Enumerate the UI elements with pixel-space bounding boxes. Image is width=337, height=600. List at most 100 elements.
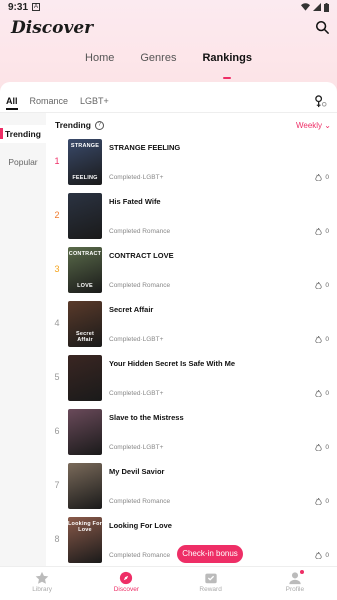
status-time: 9:31 bbox=[8, 1, 29, 13]
book-title[interactable]: Looking For Love bbox=[109, 521, 172, 530]
list-header: Trending ? Weekly ⌄ bbox=[55, 119, 331, 131]
help-icon[interactable]: ? bbox=[94, 120, 104, 130]
book-title[interactable]: Slave to the Mistress bbox=[109, 413, 184, 422]
page-title: Discover bbox=[11, 18, 94, 38]
book-meta: Completed Romance bbox=[109, 228, 171, 235]
book-cover[interactable]: CONTRACT LOVE bbox=[68, 247, 102, 293]
cover-subtitle-text: LOVE bbox=[77, 283, 93, 289]
likes-count: 0 bbox=[315, 282, 329, 289]
nav-discover[interactable]: Discover bbox=[84, 567, 168, 600]
category-tab-lgbt[interactable]: LGBT+ bbox=[80, 96, 109, 106]
book-cover[interactable] bbox=[68, 463, 102, 509]
divider bbox=[0, 112, 337, 113]
checkin-bonus-button[interactable]: Check-in bonus bbox=[177, 545, 243, 563]
sidebar-item-popular[interactable]: Popular bbox=[0, 153, 46, 171]
likes-value: 0 bbox=[325, 174, 329, 181]
book-meta: Completed·LGBT+ bbox=[109, 444, 164, 451]
signal-icon bbox=[313, 3, 321, 11]
book-cover[interactable] bbox=[68, 355, 102, 401]
likes-count: 0 bbox=[315, 498, 329, 505]
nav-label-discover: Discover bbox=[113, 586, 140, 593]
nav-profile[interactable]: Profile bbox=[253, 567, 337, 600]
flame-icon bbox=[315, 174, 323, 181]
book-meta: Completed·LGBT+ bbox=[109, 336, 164, 343]
rank-number: 8 bbox=[54, 534, 60, 544]
list-title: Trending bbox=[55, 120, 91, 130]
likes-value: 0 bbox=[325, 498, 329, 505]
battery-icon bbox=[324, 2, 329, 12]
filter-icon[interactable] bbox=[314, 95, 327, 108]
book-row[interactable]: 4 Secret Affair Secret Affair Completed·LGB… bbox=[46, 301, 337, 351]
book-meta: Completed Romance bbox=[109, 282, 171, 289]
period-selector[interactable]: Weekly ⌄ bbox=[296, 121, 331, 130]
book-row[interactable]: 6 Slave to the Mistress Completed·LGBT+ 0 bbox=[46, 409, 337, 459]
book-meta: Completed Romance bbox=[109, 552, 171, 559]
likes-value: 0 bbox=[325, 336, 329, 343]
book-title[interactable]: STRANGE FEELING bbox=[109, 143, 180, 152]
rank-number: 3 bbox=[54, 264, 60, 274]
book-row[interactable]: 1 STRANGE FEELING STRANGE FEELING Completed·… bbox=[46, 139, 337, 189]
cover-subtitle-text: Secret Affair bbox=[75, 331, 95, 343]
compass-icon bbox=[120, 571, 133, 585]
cover-subtitle-text: FEELING bbox=[72, 175, 98, 181]
book-cover[interactable] bbox=[68, 409, 102, 455]
book-cover[interactable]: STRANGE FEELING bbox=[68, 139, 102, 185]
book-title[interactable]: My Devil Savior bbox=[109, 467, 164, 476]
book-cover[interactable]: Looking For Love bbox=[68, 517, 102, 563]
flame-icon bbox=[315, 444, 323, 451]
tab-home[interactable]: Home bbox=[85, 52, 114, 72]
category-tabs: All Romance LGBT+ bbox=[6, 96, 109, 110]
tab-genres[interactable]: Genres bbox=[140, 52, 176, 72]
main-tabs: Home Genres Rankings bbox=[0, 52, 337, 79]
bottom-nav: Library Discover Reward Profile bbox=[0, 566, 337, 600]
category-tab-all[interactable]: All bbox=[6, 96, 18, 110]
book-meta: Completed·LGBT+ bbox=[109, 390, 164, 397]
status-bar: 9:31 A bbox=[0, 0, 337, 14]
notification-icon: A bbox=[32, 3, 41, 11]
book-row[interactable]: 2 His Fated Wife Completed Romance 0 bbox=[46, 193, 337, 243]
nav-label-reward: Reward bbox=[199, 586, 222, 593]
likes-count: 0 bbox=[315, 552, 329, 559]
flame-icon bbox=[315, 336, 323, 343]
likes-count: 0 bbox=[315, 390, 329, 397]
nav-reward[interactable]: Reward bbox=[169, 567, 253, 600]
book-title[interactable]: Secret Affair bbox=[109, 305, 153, 314]
flame-icon bbox=[315, 390, 323, 397]
nav-library[interactable]: Library bbox=[0, 567, 84, 600]
gift-icon bbox=[204, 573, 217, 584]
book-row[interactable]: 5 Your Hidden Secret Is Safe With Me Compl… bbox=[46, 355, 337, 405]
search-icon[interactable] bbox=[315, 20, 329, 34]
flame-icon bbox=[315, 282, 323, 289]
book-cover[interactable] bbox=[68, 193, 102, 239]
rank-number: 2 bbox=[54, 210, 60, 220]
period-label: Weekly bbox=[295, 120, 323, 130]
cover-title-text: Looking For Love bbox=[68, 521, 102, 533]
nav-label-library: Library bbox=[32, 586, 53, 593]
notification-dot bbox=[299, 570, 304, 574]
nav-label-profile: Profile bbox=[285, 586, 305, 593]
book-cover[interactable]: Secret Affair bbox=[68, 301, 102, 347]
book-title[interactable]: CONTRACT LOVE bbox=[109, 251, 174, 260]
book-row[interactable]: 3 CONTRACT LOVE CONTRACT LOVE Completed Roma… bbox=[46, 247, 337, 297]
book-title[interactable]: Your Hidden Secret Is Safe With Me bbox=[109, 359, 235, 368]
flame-icon bbox=[315, 228, 323, 235]
book-title[interactable]: His Fated Wife bbox=[109, 197, 161, 206]
book-meta: Completed Romance bbox=[109, 498, 171, 505]
tab-rankings[interactable]: Rankings bbox=[202, 52, 252, 79]
rank-number: 1 bbox=[54, 156, 60, 166]
cover-title-text: CONTRACT bbox=[68, 251, 102, 257]
likes-count: 0 bbox=[315, 174, 329, 181]
likes-value: 0 bbox=[325, 444, 329, 451]
likes-count: 0 bbox=[315, 444, 329, 451]
likes-value: 0 bbox=[325, 552, 329, 559]
likes-value: 0 bbox=[325, 282, 329, 289]
category-tab-romance[interactable]: Romance bbox=[30, 96, 69, 106]
book-meta: Completed·LGBT+ bbox=[109, 174, 164, 181]
book-row[interactable]: 7 My Devil Savior Completed Romance 0 bbox=[46, 463, 337, 513]
likes-value: 0 bbox=[325, 228, 329, 235]
rank-number: 4 bbox=[54, 318, 60, 328]
likes-value: 0 bbox=[325, 390, 329, 397]
cover-title-text: STRANGE bbox=[70, 143, 100, 149]
sidebar-item-trending[interactable]: Trending bbox=[0, 125, 46, 143]
wifi-icon bbox=[301, 3, 310, 11]
